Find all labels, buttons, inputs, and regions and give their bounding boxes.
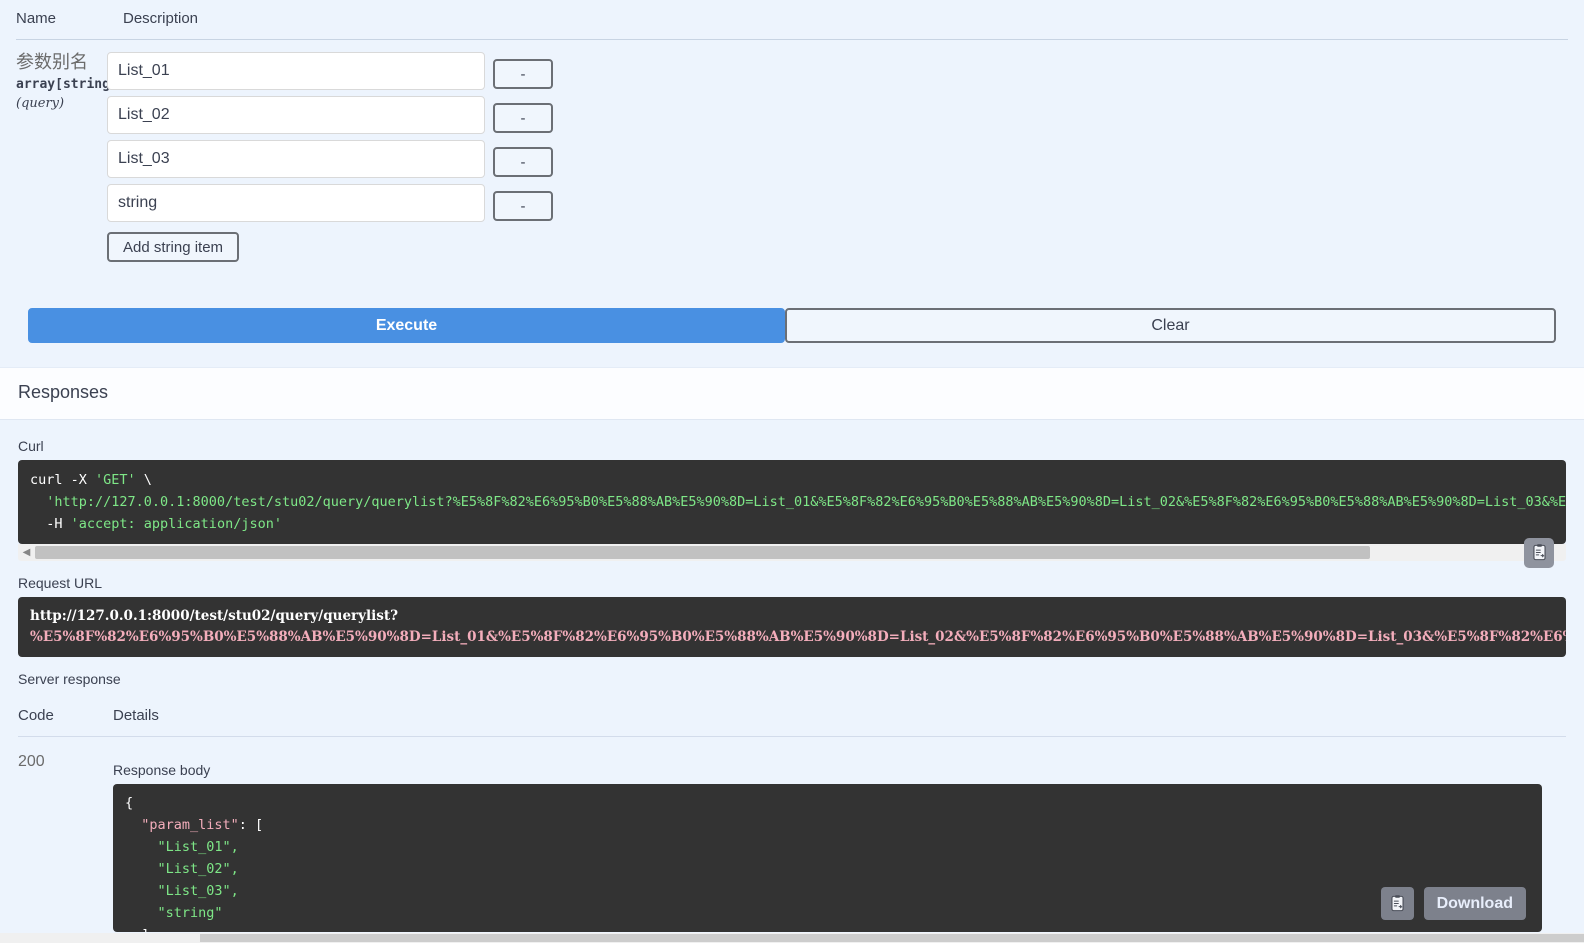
parameter-row: 参数别名 array[string] (query) - - - - Add s…: [0, 40, 1584, 262]
clipboard-copy-icon: [1390, 895, 1404, 912]
request-url-query: %E5%8F%82%E6%95%B0%E5%88%AB%E5%90%8D=Lis…: [30, 628, 1566, 645]
copy-response-button[interactable]: [1380, 887, 1414, 921]
curl-command: curl -X: [30, 472, 96, 488]
parameters-table-header: Name Description: [16, 0, 1568, 40]
json-array-open: : [: [238, 817, 264, 834]
parameter-label: 参数别名 array[string] (query): [0, 52, 118, 262]
copy-curl-button[interactable]: [1524, 537, 1554, 568]
add-string-item-button[interactable]: Add string item: [107, 232, 240, 262]
response-details: Response body { "param_list": [ "List_01…: [113, 753, 1566, 933]
array-item-row: -: [107, 140, 1584, 178]
array-item-input-1[interactable]: [107, 96, 485, 134]
page-scroll-thumb[interactable]: [200, 934, 1584, 942]
parameter-name: 参数别名: [16, 52, 88, 73]
curl-url: 'http://127.0.0.1:8000/test/stu02/query/…: [46, 493, 1566, 510]
json-value-3: "string": [125, 904, 223, 921]
curl-header-value: 'accept: application/json': [70, 515, 282, 532]
request-url-label: Request URL: [18, 574, 103, 591]
column-header-description: Description: [123, 10, 199, 27]
array-item-input-3[interactable]: [107, 184, 485, 222]
page-horizontal-scrollbar[interactable]: [0, 933, 1584, 943]
array-item-input-2[interactable]: [107, 140, 485, 178]
download-button[interactable]: Download: [1423, 887, 1526, 921]
curl-horizontal-scrollbar[interactable]: ◀: [18, 537, 1566, 568]
curl-code-block: curl -X 'GET' \ 'http://127.0.0.1:8000/t…: [18, 460, 1566, 544]
clipboard-copy-icon: [1532, 544, 1546, 561]
request-url-base: http://127.0.0.1:8000/test/stu02/query/q…: [30, 607, 399, 624]
array-item-row: -: [107, 52, 1584, 90]
responses-heading: Responses: [18, 382, 109, 402]
parameter-inputs: - - - - Add string item: [107, 52, 1584, 262]
remove-item-button-3[interactable]: -: [493, 191, 553, 221]
scroll-thumb[interactable]: [35, 545, 1370, 559]
json-value-2: "List_03",: [125, 882, 239, 899]
remove-item-button-2[interactable]: -: [493, 147, 553, 177]
execute-button[interactable]: Execute: [28, 308, 785, 343]
scroll-left-arrow-icon[interactable]: ◀: [18, 544, 35, 561]
responses-section-header: Responses: [0, 367, 1584, 420]
request-url-block: http://127.0.0.1:8000/test/stu02/query/q…: [18, 596, 1566, 658]
json-open-brace: {: [125, 795, 134, 812]
response-body-block: { "param_list": [ "List_01", "List_02", …: [113, 784, 1542, 933]
curl-line-continuation: \: [135, 472, 152, 488]
server-response-label: Server response: [18, 671, 121, 688]
remove-item-button-0[interactable]: -: [493, 59, 553, 89]
response-action-buttons: Download: [1380, 887, 1526, 921]
curl-method: 'GET': [95, 472, 136, 488]
status-code: 200: [18, 753, 45, 771]
parameter-type: array[string]: [16, 76, 118, 92]
response-table-row: 200 Response body { "param_list": [ "Lis…: [18, 737, 1566, 933]
response-table-header: Code Details: [18, 693, 1566, 738]
json-key: "param_list": [125, 817, 239, 834]
parameter-location: (query): [16, 96, 65, 111]
column-header-details: Details: [113, 707, 159, 725]
swagger-try-it-out-panel: Name Description 参数别名 array[string] (que…: [0, 0, 1584, 943]
json-array-close: ]: [125, 927, 149, 933]
json-value-0: "List_01",: [125, 839, 239, 856]
remove-item-button-1[interactable]: -: [493, 103, 553, 133]
column-header-name: Name: [16, 10, 57, 27]
clear-button[interactable]: Clear: [785, 308, 1556, 343]
curl-label: Curl: [18, 438, 44, 454]
column-header-code: Code: [18, 707, 54, 725]
array-item-input-0[interactable]: [107, 52, 485, 90]
array-item-row: -: [107, 184, 1584, 222]
action-buttons: Execute Clear: [28, 308, 1556, 343]
curl-header-flag: -H: [30, 515, 71, 532]
response-body-label: Response body: [113, 762, 211, 779]
array-item-row: -: [107, 96, 1584, 134]
json-value-1: "List_02",: [125, 861, 239, 877]
